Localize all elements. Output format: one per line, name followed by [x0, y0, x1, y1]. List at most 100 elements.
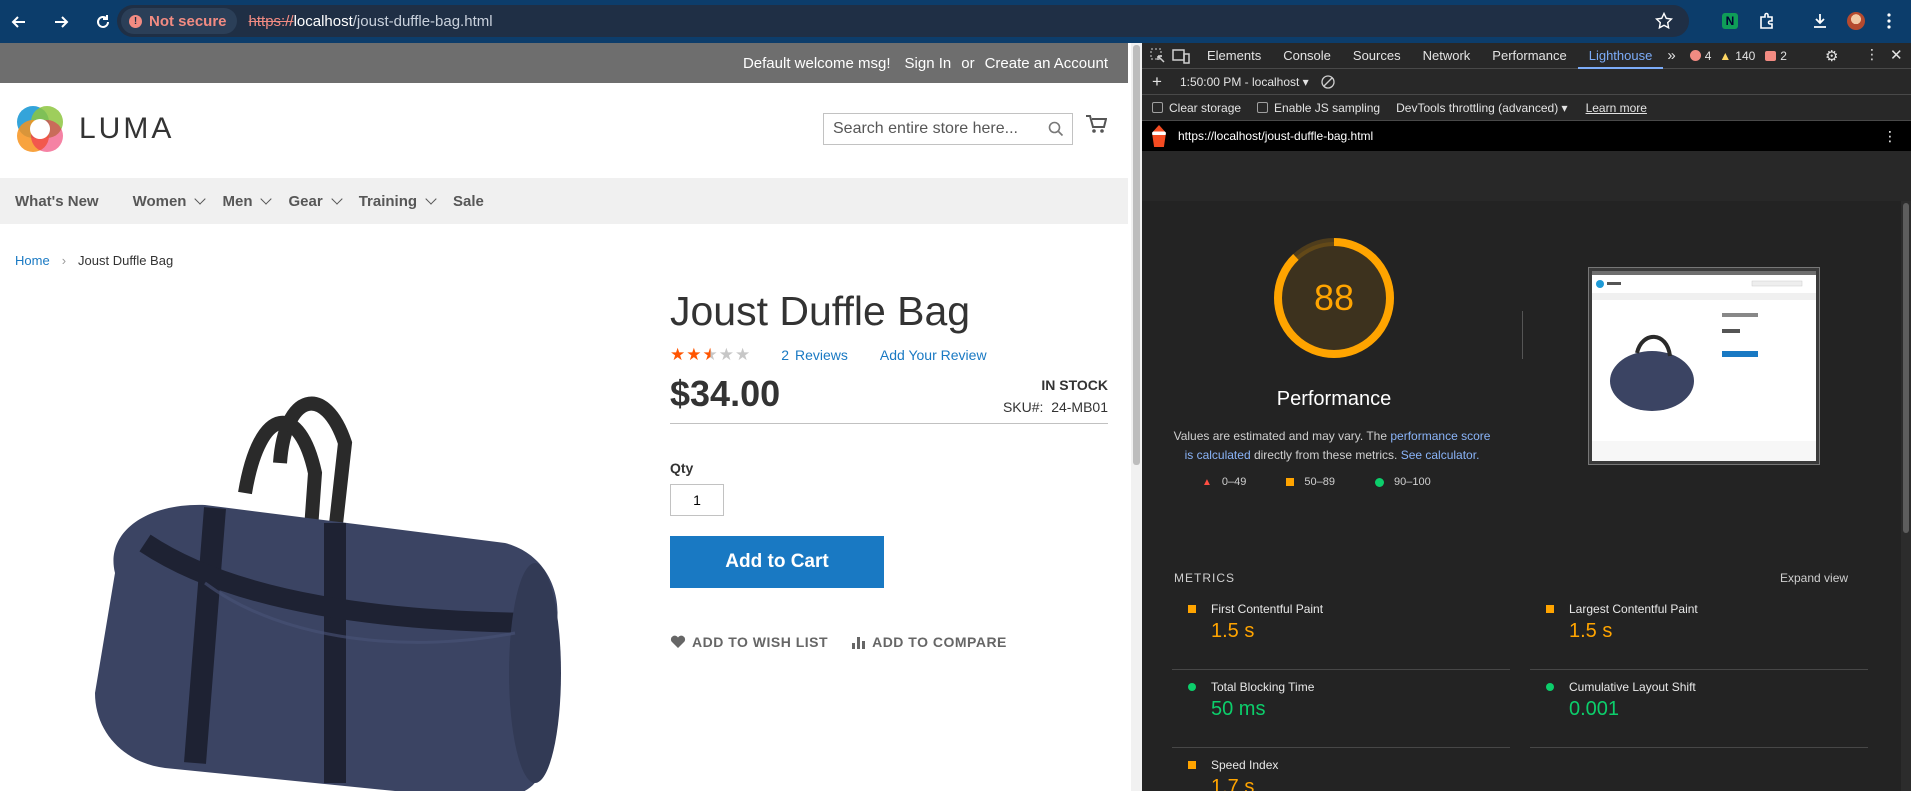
product-image[interactable]	[85, 383, 575, 791]
tab-elements[interactable]: Elements	[1196, 43, 1272, 69]
back-button[interactable]	[8, 11, 30, 33]
final-screenshot-thumbnail[interactable]	[1588, 267, 1820, 465]
url-scheme: https://	[248, 12, 294, 30]
extensions-puzzle-icon[interactable]	[1756, 10, 1778, 32]
qty-input[interactable]: 1	[670, 484, 724, 516]
or-text: or	[961, 54, 975, 72]
lighthouse-options: Clear storage Enable JS sampling DevTool…	[1142, 95, 1911, 121]
tab-sources[interactable]: Sources	[1342, 43, 1412, 69]
add-to-wishlist-link[interactable]: ADD TO WISH LIST	[670, 634, 828, 650]
security-chip[interactable]: ! Not secure	[121, 8, 237, 34]
chevron-down-icon	[194, 193, 207, 205]
score-note: Values are estimated and may vary. The p…	[1172, 427, 1492, 465]
url-text[interactable]: https://localhost/joust-duffle-bag.html	[249, 13, 493, 30]
learn-more-link[interactable]: Learn more	[1586, 101, 1647, 115]
compare-chart-icon	[852, 637, 866, 649]
search-icon[interactable]	[1048, 121, 1064, 137]
cart-icon[interactable]	[1085, 113, 1107, 135]
js-sampling-checkbox[interactable]	[1257, 102, 1269, 113]
lighthouse-logo-icon	[1152, 125, 1166, 147]
nav-label: Men	[222, 192, 253, 210]
close-devtools-icon[interactable]: ✕	[1890, 46, 1903, 64]
report-url[interactable]: https://localhost/joust-duffle-bag.html	[1178, 129, 1373, 143]
reload-button[interactable]	[92, 11, 114, 33]
tab-performance[interactable]: Performance	[1481, 43, 1577, 69]
create-account-link[interactable]: Create an Account	[985, 55, 1108, 72]
inspect-element-icon[interactable]	[1150, 48, 1166, 64]
breadcrumb-home-link[interactable]: Home	[15, 253, 50, 268]
orange-square-icon	[1286, 478, 1295, 486]
nav-men[interactable]: Men	[222, 192, 273, 210]
forward-arrow-icon	[55, 15, 69, 28]
add-review-link[interactable]: Add Your Review	[880, 347, 987, 363]
device-toolbar-icon[interactable]	[1172, 48, 1190, 64]
extension-n-icon[interactable]: N	[1719, 10, 1741, 32]
throttling-select[interactable]: DevTools throttling (advanced) ▾	[1396, 101, 1567, 115]
expand-view-toggle[interactable]: Expand view	[1780, 571, 1848, 585]
legend-average: 50–89	[1286, 476, 1335, 488]
nav-training[interactable]: Training	[358, 192, 437, 210]
see-calculator-link[interactable]: See calculator.	[1401, 448, 1480, 462]
breadcrumb-current: Joust Duffle Bag	[78, 253, 174, 268]
settings-gear-icon[interactable]: ⚙	[1825, 47, 1838, 65]
search-input[interactable]: Search entire store here...	[823, 113, 1073, 145]
score-legend: ▲ 0–49 50–89 90–100	[1202, 476, 1431, 488]
nav-gear[interactable]: Gear	[288, 193, 343, 210]
tab-network[interactable]: Network	[1412, 43, 1482, 69]
metric-largest-contentful-paint: Largest Contentful Paint 1.5 s	[1530, 592, 1868, 670]
luma-logo[interactable]: LUMA	[15, 104, 174, 154]
clear-storage-label: Clear storage	[1169, 100, 1242, 115]
performance-label: Performance	[1276, 388, 1392, 410]
product-title: Joust Duffle Bag	[670, 288, 971, 334]
report-scrollbar-thumb[interactable]	[1903, 203, 1909, 533]
tab-console[interactable]: Console	[1272, 43, 1342, 69]
chevron-down-icon	[260, 193, 273, 205]
url-host: localhost	[293, 12, 353, 30]
js-sampling-label: Enable JS sampling	[1274, 100, 1381, 115]
sku-label: SKU#:	[1002, 399, 1044, 415]
page-scrollbar[interactable]	[1131, 43, 1142, 791]
logo-text: LUMA	[79, 112, 175, 145]
reviews-count-link[interactable]: 2	[781, 347, 789, 363]
report-menu-icon[interactable]: ⋮	[1883, 128, 1897, 145]
green-circle-icon	[1374, 477, 1384, 487]
clear-storage-checkbox[interactable]	[1152, 102, 1163, 113]
more-tabs-icon[interactable]: »	[1667, 47, 1675, 64]
url-path: /joust-duffle-bag.html	[352, 12, 493, 30]
main-navigation: What's New Women Men Gear Training Sale	[0, 178, 1128, 224]
nav-sale[interactable]: Sale	[453, 193, 484, 210]
tab-lighthouse[interactable]: Lighthouse	[1577, 43, 1664, 69]
devtools-menu-icon[interactable]: ⋮	[1865, 46, 1879, 63]
store-page: Default welcome msg! Sign In or Create a…	[0, 43, 1128, 791]
report-selector[interactable]: 1:50:00 PM - localhost ▾	[1180, 75, 1309, 89]
report-url-bar: https://localhost/joust-duffle-bag.html …	[1142, 121, 1911, 151]
stock-info: IN STOCK SKU#: 24-MB01	[1003, 373, 1108, 415]
sign-in-link[interactable]: Sign In	[905, 55, 952, 72]
pass-circle-icon	[1546, 683, 1554, 691]
divider	[1522, 311, 1523, 359]
new-report-icon[interactable]: +	[1152, 72, 1162, 92]
browser-menu-icon[interactable]	[1878, 10, 1900, 32]
download-icon[interactable]	[1809, 10, 1831, 32]
note-prefix: Values are estimated and may vary. The	[1173, 429, 1388, 443]
forward-button[interactable]	[50, 11, 72, 33]
nav-whats-new[interactable]: What's New	[15, 193, 99, 210]
add-to-compare-link[interactable]: ADD TO COMPARE	[852, 634, 1007, 650]
metric-value: 1.5 s	[1569, 620, 1613, 642]
nav-women[interactable]: Women	[133, 193, 207, 210]
price-box: $34.00 IN STOCK SKU#: 24-MB01	[670, 373, 1108, 424]
nav-label: Training	[358, 192, 418, 210]
clear-reports-icon[interactable]	[1321, 74, 1335, 89]
page-scrollbar-thumb[interactable]	[1133, 45, 1140, 465]
bookmark-star-icon[interactable]	[1655, 12, 1673, 30]
address-bar[interactable]: ! Not secure https://localhost/joust-duf…	[117, 5, 1689, 37]
browser-toolbar: ! Not secure https://localhost/joust-duf…	[0, 0, 1911, 43]
add-to-cart-button[interactable]: Add to Cart	[670, 536, 884, 588]
issues-icon	[1765, 50, 1777, 61]
reviews-link[interactable]: Reviews	[795, 347, 848, 363]
metric-name: Speed Index	[1211, 758, 1279, 772]
report-scrollbar[interactable]	[1901, 201, 1911, 791]
profile-avatar[interactable]	[1845, 10, 1867, 32]
error-count-badge[interactable]: 4 ▲ 140 2	[1689, 49, 1787, 63]
red-triangle-icon: ▲	[1202, 476, 1212, 488]
